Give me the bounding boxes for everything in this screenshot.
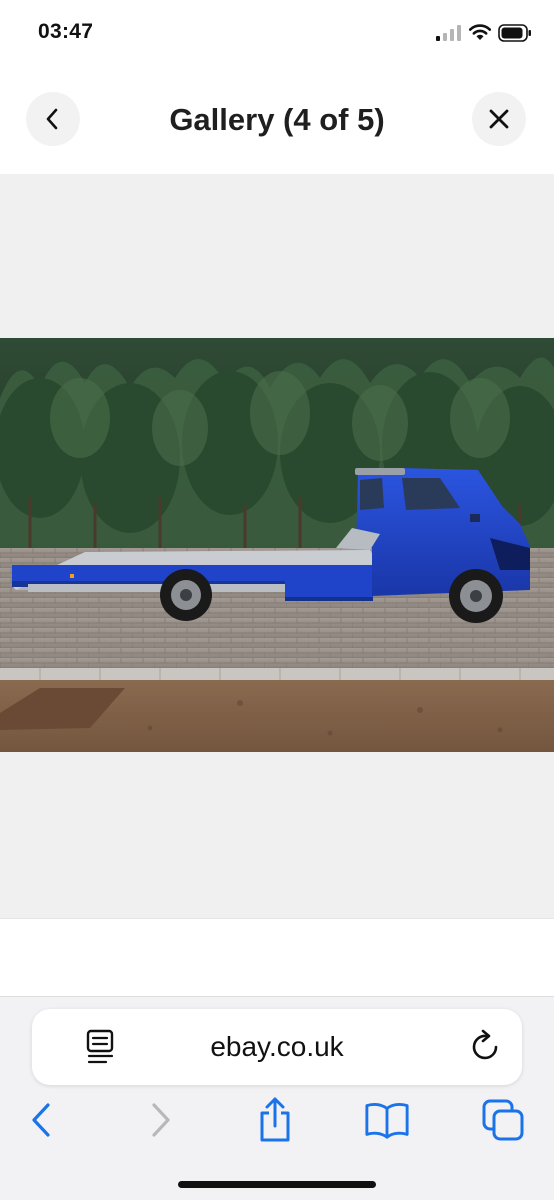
reload-icon[interactable] [470,1029,502,1063]
truck-photo-image [0,338,554,752]
bookmarks-button[interactable] [364,1097,410,1143]
status-bar: 03:47 [0,0,554,64]
close-button[interactable] [472,92,526,146]
tabs-button[interactable] [480,1097,526,1143]
page-title: Gallery (4 of 5) [169,102,385,137]
wifi-icon [468,24,492,40]
url-text[interactable]: ebay.co.uk [32,1031,522,1063]
browser-toolbar: ebay.co.uk [0,996,554,1200]
gallery-footer-space [0,918,554,996]
home-indicator[interactable] [178,1181,376,1188]
book-icon [365,1102,409,1139]
tabs-icon [482,1099,524,1141]
gallery-viewer[interactable] [0,174,554,918]
status-time: 03:47 [38,20,94,43]
nav-forward-button[interactable] [138,1097,184,1143]
nav-back-button[interactable] [18,1097,64,1143]
chevron-right-icon [152,1103,170,1137]
close-icon [489,109,509,129]
share-button[interactable] [252,1097,298,1143]
chevron-left-icon [32,1103,50,1137]
cellular-signal-icon [436,25,461,41]
battery-icon [498,24,531,42]
gallery-header: Gallery (4 of 5) [0,64,554,174]
listing-photo[interactable] [0,338,554,752]
share-icon [260,1097,290,1142]
address-bar[interactable]: ebay.co.uk [32,1009,522,1085]
